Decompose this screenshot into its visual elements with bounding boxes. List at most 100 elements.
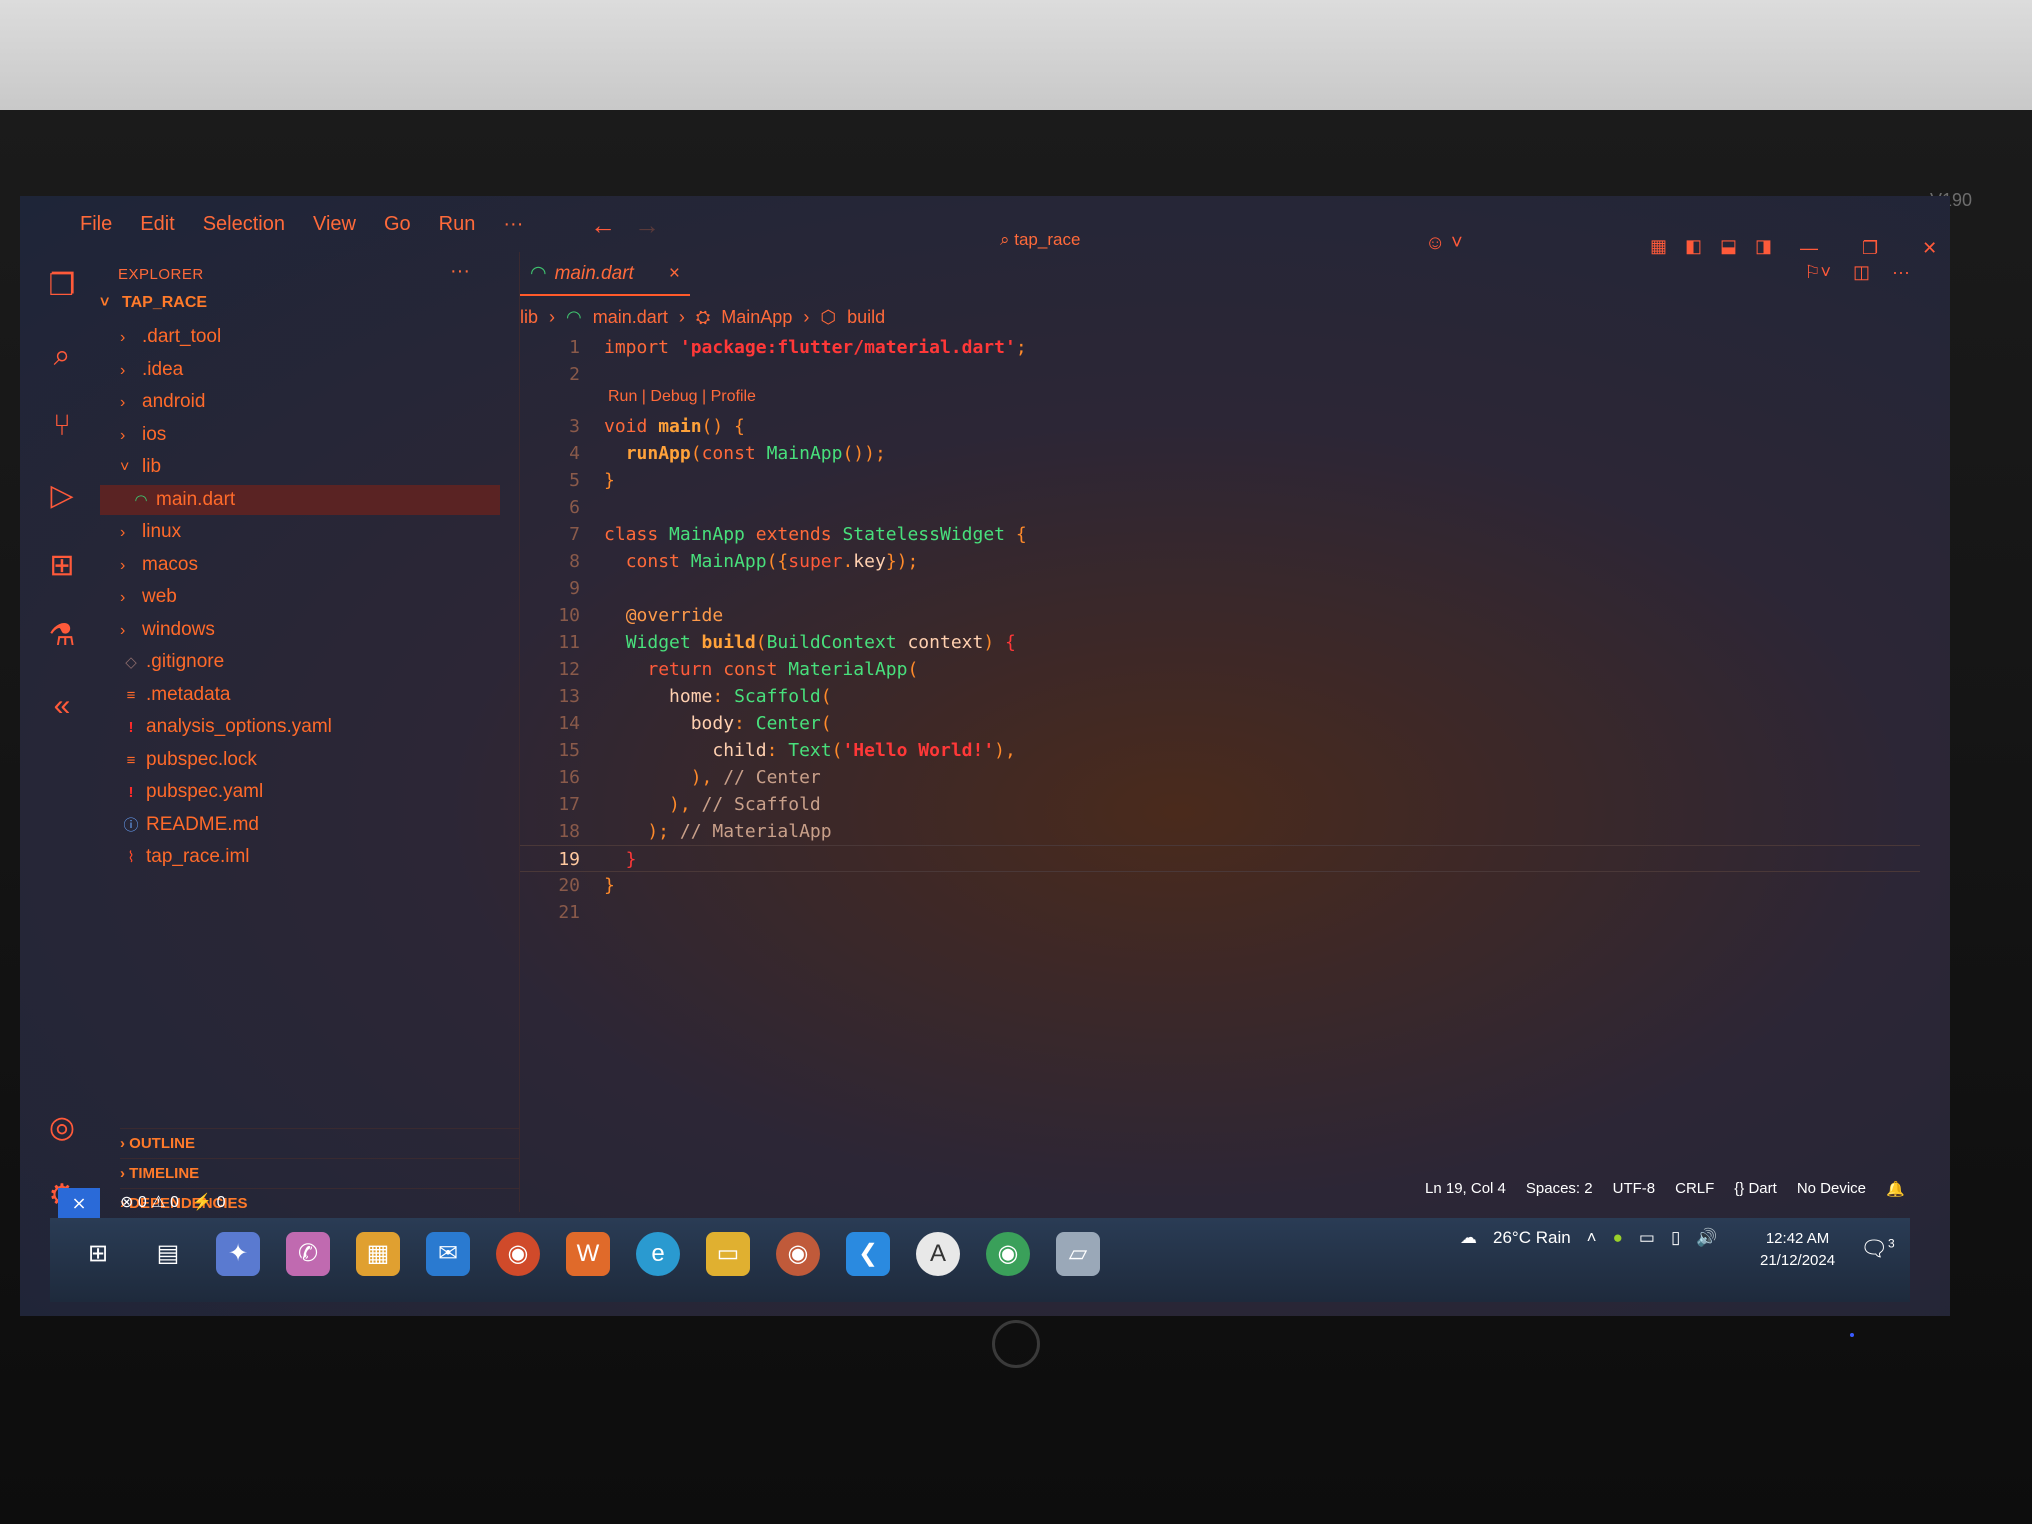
menu-go[interactable]: Go: [384, 213, 411, 236]
taskbar-clock[interactable]: 12:42 AM 21/12/2024: [1760, 1228, 1835, 1272]
volume-icon[interactable]: 🔊: [1696, 1228, 1717, 1248]
tree-item[interactable]: ⓘ README.md: [100, 810, 500, 840]
wps-office-icon[interactable]: W: [566, 1232, 610, 1276]
outline-section[interactable]: › OUTLINE: [120, 1128, 520, 1158]
code-line[interactable]: 20}: [520, 872, 1920, 899]
encoding[interactable]: UTF-8: [1613, 1180, 1656, 1198]
menu-selection[interactable]: Selection: [203, 213, 285, 236]
tree-item[interactable]: ≡ .metadata: [100, 680, 500, 710]
chevron-up-icon[interactable]: ˄: [1587, 1228, 1597, 1248]
more-actions-icon[interactable]: ···: [1892, 262, 1910, 283]
status-dot-icon[interactable]: ●: [1613, 1228, 1623, 1248]
chrome-icon[interactable]: ◉: [496, 1232, 540, 1276]
code-line[interactable]: 10 @override: [520, 602, 1920, 629]
flutter-icon[interactable]: «: [42, 686, 82, 726]
cursor-position[interactable]: Ln 19, Col 4: [1425, 1180, 1506, 1198]
edge-icon[interactable]: e: [636, 1232, 680, 1276]
vscode-icon[interactable]: ❮: [846, 1232, 890, 1276]
file-explorer-icon[interactable]: ▭: [706, 1232, 750, 1276]
code-line[interactable]: 7 class MainApp extends StatelessWidget {: [520, 521, 1920, 548]
weather-label[interactable]: 26°C Rain: [1493, 1228, 1571, 1248]
viber-icon[interactable]: ✆: [286, 1232, 330, 1276]
menu-file[interactable]: File: [80, 213, 112, 236]
code-line[interactable]: 19 }: [520, 845, 1920, 872]
tree-item[interactable]: ! analysis_options.yaml: [100, 712, 500, 742]
code-line[interactable]: 6: [520, 494, 1920, 521]
timeline-section[interactable]: › TIMELINE: [120, 1158, 520, 1188]
arrow-right-icon[interactable]: →: [634, 210, 660, 240]
code-line[interactable]: 5}: [520, 467, 1920, 494]
code-line[interactable]: 2: [520, 361, 1920, 388]
task-view-icon[interactable]: ▤: [146, 1232, 190, 1276]
copilot-app-icon[interactable]: ✦: [216, 1232, 260, 1276]
code-line[interactable]: 18 ); // MaterialApp: [520, 818, 1920, 845]
run-debug-icon[interactable]: ⚐˅: [1804, 262, 1831, 283]
code-line[interactable]: 12 return const MaterialApp(: [520, 656, 1920, 683]
search-icon[interactable]: ⌕: [42, 336, 82, 376]
source-control-icon[interactable]: ⑂: [42, 406, 82, 446]
codelens-run-debug-profile[interactable]: Run | Debug | Profile: [608, 386, 756, 408]
store-icon[interactable]: ▦: [356, 1232, 400, 1276]
menu-run[interactable]: Run: [439, 213, 476, 236]
remote-indicator[interactable]: ⨯: [58, 1188, 100, 1218]
menu-edit[interactable]: Edit: [140, 213, 174, 236]
assistant-app-icon[interactable]: A: [916, 1232, 960, 1276]
breadcrumb-lib[interactable]: lib: [520, 307, 538, 327]
account-icon[interactable]: ◎: [42, 1108, 82, 1148]
tree-item[interactable]: › .dart_tool: [100, 322, 500, 352]
indentation[interactable]: Spaces: 2: [1526, 1180, 1593, 1198]
chrome-profile-icon[interactable]: ◉: [776, 1232, 820, 1276]
split-editor-icon[interactable]: ◫: [1853, 262, 1870, 283]
device-selector[interactable]: No Device: [1797, 1180, 1866, 1198]
tab-main-dart[interactable]: ◠ main.dart ×: [520, 252, 690, 296]
line-ending[interactable]: CRLF: [1675, 1180, 1714, 1198]
code-line[interactable]: 11 Widget build(BuildContext context) {: [520, 629, 1920, 656]
outlook-icon[interactable]: ✉: [426, 1232, 470, 1276]
tree-item[interactable]: ◠ main.dart: [100, 484, 500, 515]
tree-item[interactable]: › macos: [100, 550, 500, 580]
code-line[interactable]: 16 ), // Center: [520, 764, 1920, 791]
code-line[interactable]: 17 ), // Scaffold: [520, 791, 1920, 818]
notification-center-icon[interactable]: 🗨3: [1860, 1236, 1895, 1262]
language-mode[interactable]: {} Dart: [1734, 1180, 1777, 1198]
project-root[interactable]: ˅ TAP_RACE: [100, 294, 207, 312]
code-line[interactable]: 14 body: Center(: [520, 710, 1920, 737]
arrow-left-icon[interactable]: ←: [590, 210, 616, 240]
code-line[interactable]: 8 const MainApp({super.key});: [520, 548, 1920, 575]
menu-view[interactable]: View: [313, 213, 356, 236]
tree-item[interactable]: ⌇ tap_race.iml: [100, 842, 500, 872]
chrome-alt-icon[interactable]: ◉: [986, 1232, 1030, 1276]
code-line[interactable]: 15 child: Text('Hello World!'),: [520, 737, 1920, 764]
windows-start-icon[interactable]: ⊞: [76, 1232, 120, 1276]
explorer-icon[interactable]: ❐: [42, 266, 82, 306]
breadcrumb-file[interactable]: main.dart: [593, 307, 668, 327]
notepad-icon[interactable]: ▱: [1056, 1232, 1100, 1276]
code-line[interactable]: 1 import 'package:flutter/material.dart';: [520, 334, 1920, 361]
tree-item[interactable]: ! pubspec.yaml: [100, 777, 500, 807]
code-line[interactable]: 9: [520, 575, 1920, 602]
tree-item[interactable]: ◇ .gitignore: [100, 647, 500, 677]
breadcrumb-class[interactable]: MainApp: [721, 307, 792, 327]
tree-item[interactable]: › android: [100, 387, 500, 417]
run-debug-icon[interactable]: ▷: [42, 476, 82, 516]
extensions-icon[interactable]: ⊞: [42, 546, 82, 586]
tree-item[interactable]: › ios: [100, 420, 500, 450]
code-line[interactable]: 4 runApp(const MainApp());: [520, 440, 1920, 467]
network-icon[interactable]: ▭: [1639, 1228, 1655, 1248]
bell-icon[interactable]: 🔔: [1886, 1180, 1905, 1198]
tree-item[interactable]: ≡ pubspec.lock: [100, 745, 500, 775]
code-line[interactable]: 3 void main() {: [520, 413, 1920, 440]
tree-item[interactable]: › .idea: [100, 355, 500, 385]
tree-item[interactable]: › windows: [100, 615, 500, 645]
battery-icon[interactable]: ▯: [1671, 1228, 1680, 1248]
testing-icon[interactable]: ⚗: [42, 616, 82, 656]
tree-item[interactable]: › linux: [100, 517, 500, 547]
command-center-search[interactable]: ⌕ tap_race: [1000, 230, 1080, 250]
breadcrumb-method[interactable]: build: [847, 307, 885, 327]
tab-close-icon[interactable]: ×: [669, 252, 680, 296]
code-line[interactable]: 13 home: Scaffold(: [520, 683, 1920, 710]
code-area[interactable]: Run | Debug | Profile 1 import 'package:f…: [520, 334, 1930, 1174]
code-line[interactable]: 21: [520, 899, 1920, 926]
status-problems[interactable]: ⊗ 0 ⚠ 0 ⚡ 0: [120, 1192, 226, 1212]
tree-item[interactable]: ˅ lib: [100, 452, 500, 482]
